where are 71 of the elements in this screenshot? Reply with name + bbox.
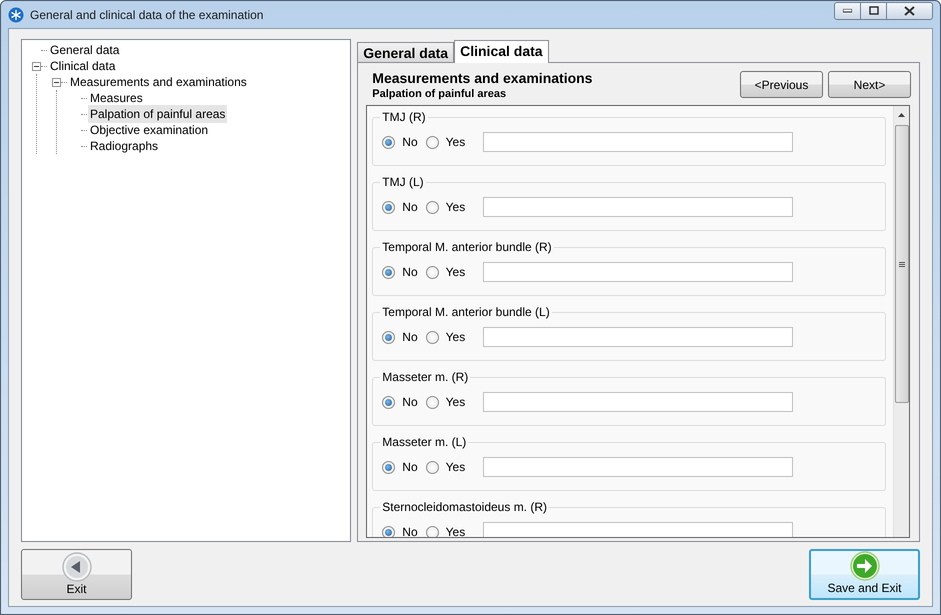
collapse-toggle[interactable] (52, 78, 61, 86)
radio-button[interactable] (382, 330, 396, 344)
radio-label: No (402, 264, 418, 281)
radio-label: No (402, 524, 418, 537)
group-label: Temporal M. anterior bundle (L) (380, 305, 552, 319)
tree-item[interactable]: Palpation of painful areas (88, 105, 228, 123)
radio-button[interactable] (382, 136, 396, 148)
radio-button[interactable] (426, 460, 439, 474)
tab[interactable]: General data (357, 42, 454, 62)
radio-button[interactable] (382, 200, 396, 214)
comment-field[interactable] (483, 392, 794, 412)
group-label: TMJ (R) (380, 110, 428, 124)
radio-button[interactable] (426, 136, 439, 148)
window-title: General and clinical data of the examination (30, 6, 264, 24)
radio-label: Yes (446, 394, 466, 411)
radio-label: Yes (446, 524, 466, 537)
comment-field[interactable] (483, 197, 794, 217)
radio-button[interactable] (382, 460, 396, 474)
radio-button[interactable] (426, 396, 439, 408)
group-label: Masseter m. (L) (380, 435, 468, 449)
comment-field[interactable] (483, 522, 794, 537)
forward-arrow-icon (850, 551, 880, 581)
radio-label: No (402, 134, 418, 151)
radio-label: Yes (446, 329, 466, 346)
group-label: Sternocleidomastoideus m. (R) (380, 500, 550, 514)
group-label: Masseter m. (R) (380, 370, 470, 384)
radio-button[interactable] (426, 266, 439, 278)
next-button[interactable]: Next> (828, 71, 911, 98)
app-icon (8, 6, 24, 22)
comment-field[interactable] (483, 262, 794, 282)
up-arrow-icon (898, 112, 905, 116)
radio-label: Yes (446, 134, 466, 151)
tab[interactable]: Clinical data (454, 40, 549, 63)
grip-icon (898, 262, 904, 266)
minimize-button[interactable] (834, 2, 861, 20)
section-title: Measurements and examinations (372, 71, 592, 86)
minimize-icon (843, 8, 852, 12)
tree-item[interactable]: General data (48, 41, 122, 59)
exit-button[interactable]: Exit (21, 549, 132, 600)
maximize-button[interactable] (861, 2, 887, 20)
radio-label: Yes (446, 264, 466, 281)
radio-label: No (402, 394, 418, 411)
tree-item[interactable]: Measures (88, 89, 145, 107)
radio-label: No (402, 199, 418, 216)
radio-button[interactable] (382, 266, 396, 278)
comment-field[interactable] (483, 457, 794, 477)
radio-label: Yes (446, 199, 466, 216)
scrollbar-thumb[interactable] (894, 125, 908, 403)
radio-label: No (402, 329, 418, 346)
tree-item[interactable]: Objective examination (88, 121, 210, 139)
close-icon (904, 6, 915, 16)
maximize-icon (868, 6, 878, 15)
tree-item[interactable]: Measurements and examinations (68, 73, 249, 91)
tree-item[interactable]: Radiographs (88, 137, 160, 155)
radio-button[interactable] (382, 396, 396, 408)
close-button[interactable] (887, 2, 933, 20)
radio-label: No (402, 459, 418, 476)
radio-button[interactable] (426, 200, 439, 214)
section-subtitle: Palpation of painful areas (372, 87, 508, 102)
comment-field[interactable] (483, 132, 794, 152)
previous-button[interactable]: <Previous (740, 71, 823, 98)
comment-field[interactable] (483, 327, 794, 347)
save-and-exit-button[interactable]: Save and Exit (809, 549, 920, 600)
group-label: Temporal M. anterior bundle (R) (380, 240, 554, 254)
tree-item[interactable]: Clinical data (48, 57, 118, 75)
radio-button[interactable] (426, 330, 439, 344)
radio-label: Yes (446, 459, 466, 476)
radio-button[interactable] (426, 526, 439, 537)
group-label: TMJ (L) (380, 175, 426, 189)
radio-button[interactable] (382, 526, 396, 537)
collapse-toggle[interactable] (32, 62, 41, 70)
